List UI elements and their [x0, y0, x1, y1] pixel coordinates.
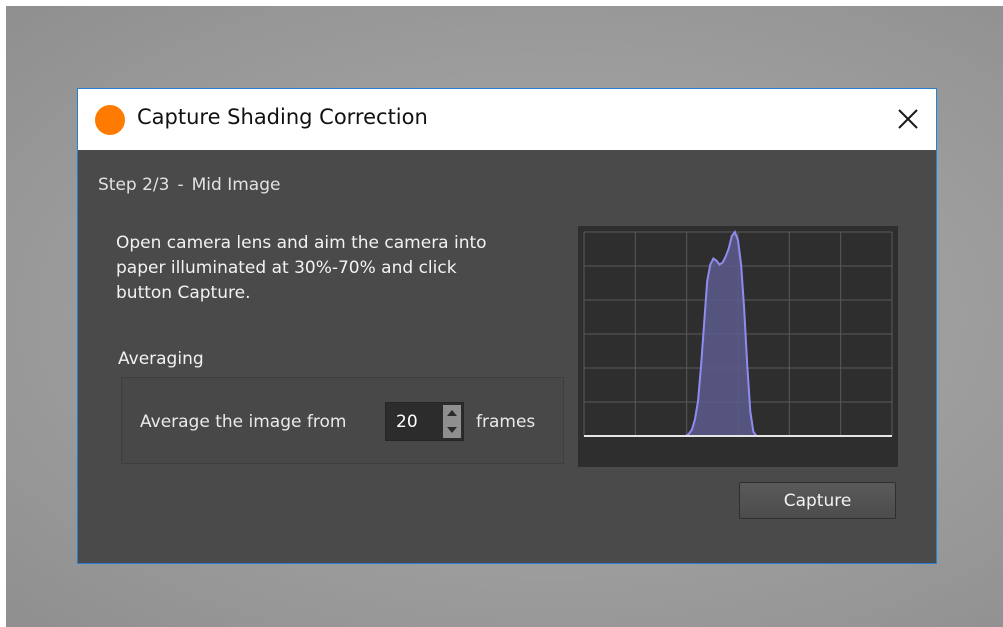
spin-up-button[interactable] [443, 405, 461, 421]
frames-label: frames [476, 412, 536, 432]
close-button[interactable] [890, 101, 926, 137]
instruction-line: Open camera lens and aim the camera into [116, 233, 487, 253]
step-name: Mid Image [191, 175, 281, 195]
frames-spinbox[interactable]: 20 [385, 402, 464, 441]
close-icon [898, 109, 918, 129]
step-indicator: Step 2/3- Mid Image [98, 175, 280, 195]
spin-down-button[interactable] [443, 422, 461, 438]
histogram-svg [583, 229, 893, 437]
instruction-line: button Capture. [116, 283, 251, 303]
window-title: Capture Shading Correction [137, 105, 428, 129]
capture-button[interactable]: Capture [739, 482, 896, 519]
frames-value[interactable]: 20 [396, 412, 418, 432]
chevron-down-icon [447, 427, 457, 433]
title-bar[interactable]: Capture Shading Correction [78, 89, 936, 150]
averaging-group-title: Averaging [118, 349, 204, 369]
chevron-up-icon [447, 410, 457, 416]
spin-buttons [443, 405, 461, 438]
capture-shading-correction-dialog: Capture Shading Correction Step 2/3- Mid … [77, 88, 937, 564]
step-number: Step 2/3 [98, 175, 170, 195]
instruction-line: paper illuminated at 30%-70% and click [116, 258, 457, 278]
average-label: Average the image from [140, 412, 347, 432]
step-separator: - [177, 175, 184, 195]
histogram-chart [578, 226, 898, 467]
instructions: Open camera lens and aim the camera into… [116, 231, 546, 306]
app-icon [95, 105, 125, 135]
